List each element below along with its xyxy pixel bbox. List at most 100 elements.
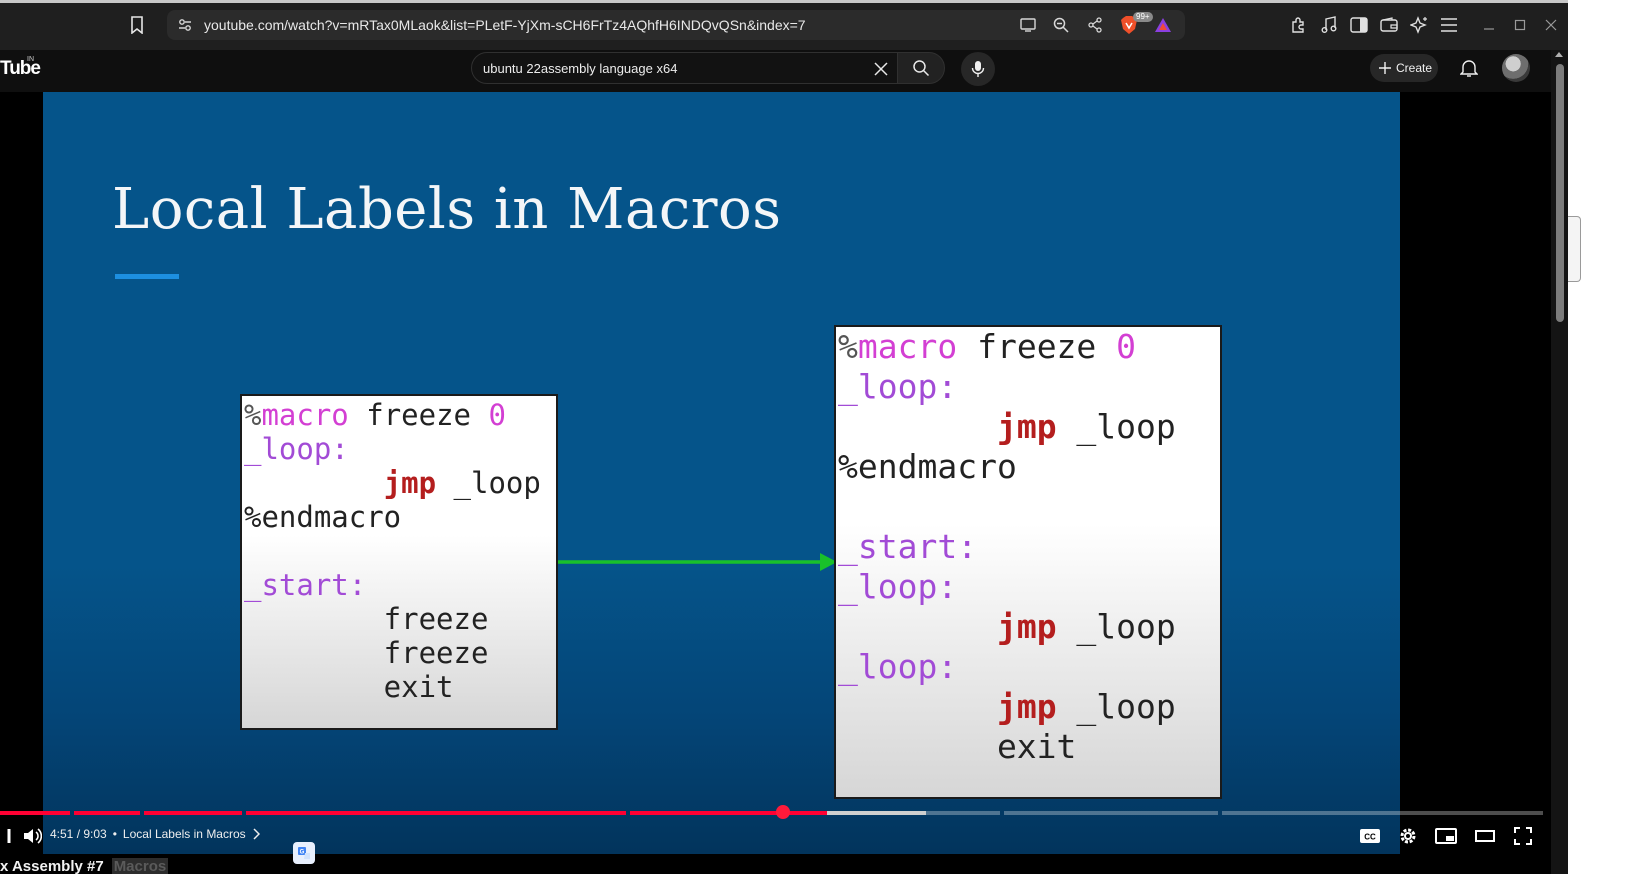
- progress-played-segment[interactable]: [246, 811, 626, 815]
- create-button-label: Create: [1396, 61, 1433, 75]
- url-text[interactable]: youtube.com/watch?v=mRTax0MLaok&list=PLe…: [204, 17, 806, 33]
- menu-icon[interactable]: [1438, 14, 1460, 36]
- playhead[interactable]: [776, 805, 790, 819]
- code-token: exit: [244, 670, 454, 704]
- code-line: exit: [838, 727, 1076, 766]
- code-token: _start:: [244, 568, 367, 602]
- svg-text:G: G: [300, 850, 305, 856]
- code-line: jmp _loop: [244, 466, 541, 500]
- code-line: _loop:: [838, 367, 957, 406]
- chevron-right-icon[interactable]: [252, 828, 260, 840]
- youtube-logo-country: IN: [27, 56, 34, 63]
- progress-remaining-segment[interactable]: [926, 811, 1000, 815]
- video-title-row: x Assembly #7 Macros: [0, 856, 169, 874]
- page-scrollbar[interactable]: [1551, 50, 1568, 874]
- time-and-chapter: 4:51 / 9:03 • Local Labels in Macros: [50, 821, 260, 847]
- search-button[interactable]: [897, 52, 945, 84]
- slide-title: Local Labels in Macros: [112, 177, 782, 242]
- theater-mode-icon[interactable]: [1473, 824, 1497, 848]
- background-window-edge: [1567, 216, 1581, 282]
- minimize-icon[interactable]: [1478, 14, 1500, 36]
- share-icon[interactable]: [1085, 15, 1105, 35]
- code-token: %: [244, 398, 262, 432]
- progress-buffered-segment[interactable]: [827, 811, 926, 815]
- player-controls: 4:51 / 9:03 • Local Labels in Macros CC: [0, 820, 1551, 854]
- video-player[interactable]: Local Labels in Macros %macro freeze 0 _l…: [0, 92, 1551, 874]
- code-token: freeze: [348, 398, 489, 432]
- scroll-up-arrow[interactable]: [1555, 52, 1563, 57]
- translate-icon[interactable]: G: [293, 842, 315, 864]
- video-title: x Assembly #7: [0, 857, 104, 874]
- code-token: macro: [261, 398, 349, 432]
- code-line: %endmacro: [838, 447, 1017, 486]
- maximize-icon[interactable]: [1509, 14, 1531, 36]
- scroll-thumb[interactable]: [1556, 64, 1564, 322]
- code-token: jmp: [996, 687, 1057, 726]
- media-controls-icon[interactable]: [1318, 14, 1340, 36]
- plus-icon: [1379, 62, 1391, 74]
- code-token: _loop:: [838, 647, 958, 686]
- code-line: jmp _loop: [838, 607, 1176, 646]
- close-window-icon[interactable]: [1540, 14, 1562, 36]
- fullscreen-icon[interactable]: [1511, 824, 1535, 848]
- desktop-background: [1568, 0, 1637, 874]
- code-token: %endmacro: [838, 447, 1017, 486]
- wallet-icon[interactable]: [1378, 14, 1400, 36]
- code-box-before: %macro freeze 0 _loop: jmp _loop %endmacro…: [240, 394, 558, 730]
- progress-remaining-segment[interactable]: [1004, 811, 1218, 815]
- expansion-arrow: [558, 553, 837, 571]
- time-display: 4:51 / 9:03: [50, 827, 107, 841]
- code-line: freeze: [244, 602, 489, 636]
- code-line: _loop:: [838, 567, 957, 606]
- miniplayer-icon[interactable]: [1434, 824, 1458, 848]
- progress-played-segment[interactable]: [630, 811, 827, 815]
- code-line: exit: [244, 670, 454, 704]
- chapter-chip[interactable]: Macros: [111, 857, 169, 874]
- notifications-icon[interactable]: [1458, 57, 1480, 79]
- code-token: %: [838, 327, 858, 366]
- browser-window: youtube.com/watch?v=mRTax0MLaok&list=PLe…: [0, 0, 1568, 874]
- captions-icon[interactable]: CC: [1358, 824, 1382, 848]
- site-settings-icon[interactable]: [175, 15, 195, 35]
- code-token: freeze: [957, 327, 1117, 366]
- chapter-title[interactable]: Local Labels in Macros: [123, 827, 246, 841]
- progress-bar[interactable]: [0, 811, 1543, 815]
- code-token: macro: [857, 327, 958, 366]
- leo-ai-icon[interactable]: [1408, 14, 1430, 36]
- search-input[interactable]: ubuntu 22assembly language x64: [471, 52, 917, 84]
- code-line: _loop:: [244, 432, 349, 466]
- zoom-out-icon[interactable]: [1051, 15, 1071, 35]
- volume-icon[interactable]: [20, 824, 44, 848]
- address-bar[interactable]: youtube.com/watch?v=mRTax0MLaok&list=PLe…: [167, 10, 1185, 40]
- create-button[interactable]: Create: [1370, 54, 1438, 82]
- code-line: freeze: [244, 636, 489, 670]
- code-line: _start:: [244, 568, 366, 602]
- bookmark-icon[interactable]: [126, 14, 148, 36]
- progress-remaining-segment[interactable]: [1222, 811, 1543, 815]
- code-line: %macro freeze 0: [838, 327, 1136, 366]
- code-line: jmp _loop: [838, 687, 1176, 726]
- voice-search-button[interactable]: [961, 52, 995, 86]
- code-token: _loop: [1056, 687, 1176, 726]
- progress-played-segment[interactable]: [0, 811, 70, 815]
- code-token: freeze: [244, 602, 489, 636]
- code-token: %endmacro: [244, 500, 402, 534]
- progress-played-segment[interactable]: [144, 811, 242, 815]
- cast-icon[interactable]: [1018, 15, 1038, 35]
- search-input-value[interactable]: ubuntu 22assembly language x64: [483, 61, 677, 76]
- brave-rewards-icon[interactable]: [1153, 15, 1173, 35]
- code-token: jmp: [996, 607, 1057, 646]
- progress-played-segment[interactable]: [74, 811, 140, 815]
- sidebar-icon[interactable]: [1348, 14, 1370, 36]
- code-token: 0: [1116, 327, 1137, 366]
- code-token: _loop:: [838, 567, 958, 606]
- extensions-icon[interactable]: [1288, 14, 1310, 36]
- avatar[interactable]: [1502, 54, 1530, 82]
- settings-gear-icon[interactable]: [1396, 824, 1420, 848]
- svg-text:CC: CC: [1364, 833, 1376, 842]
- clear-search-icon[interactable]: [871, 59, 891, 79]
- code-token: exit: [838, 727, 1077, 766]
